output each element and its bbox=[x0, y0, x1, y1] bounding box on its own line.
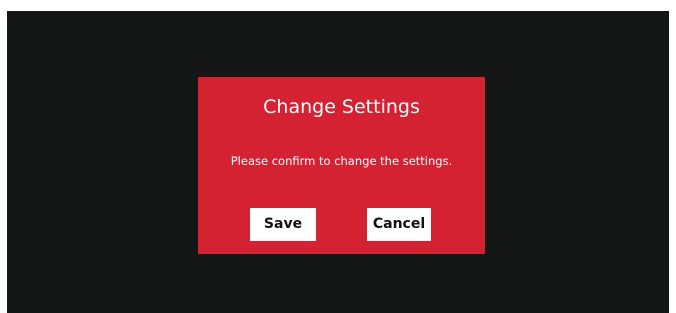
screen-backdrop: Change Settings Please confirm to change… bbox=[7, 11, 669, 313]
cancel-button[interactable]: Cancel bbox=[367, 208, 431, 241]
save-button[interactable]: Save bbox=[250, 208, 316, 241]
change-settings-dialog: Change Settings Please confirm to change… bbox=[198, 77, 485, 254]
dialog-title: Change Settings bbox=[263, 96, 420, 118]
dialog-message: Please confirm to change the settings. bbox=[230, 154, 453, 168]
